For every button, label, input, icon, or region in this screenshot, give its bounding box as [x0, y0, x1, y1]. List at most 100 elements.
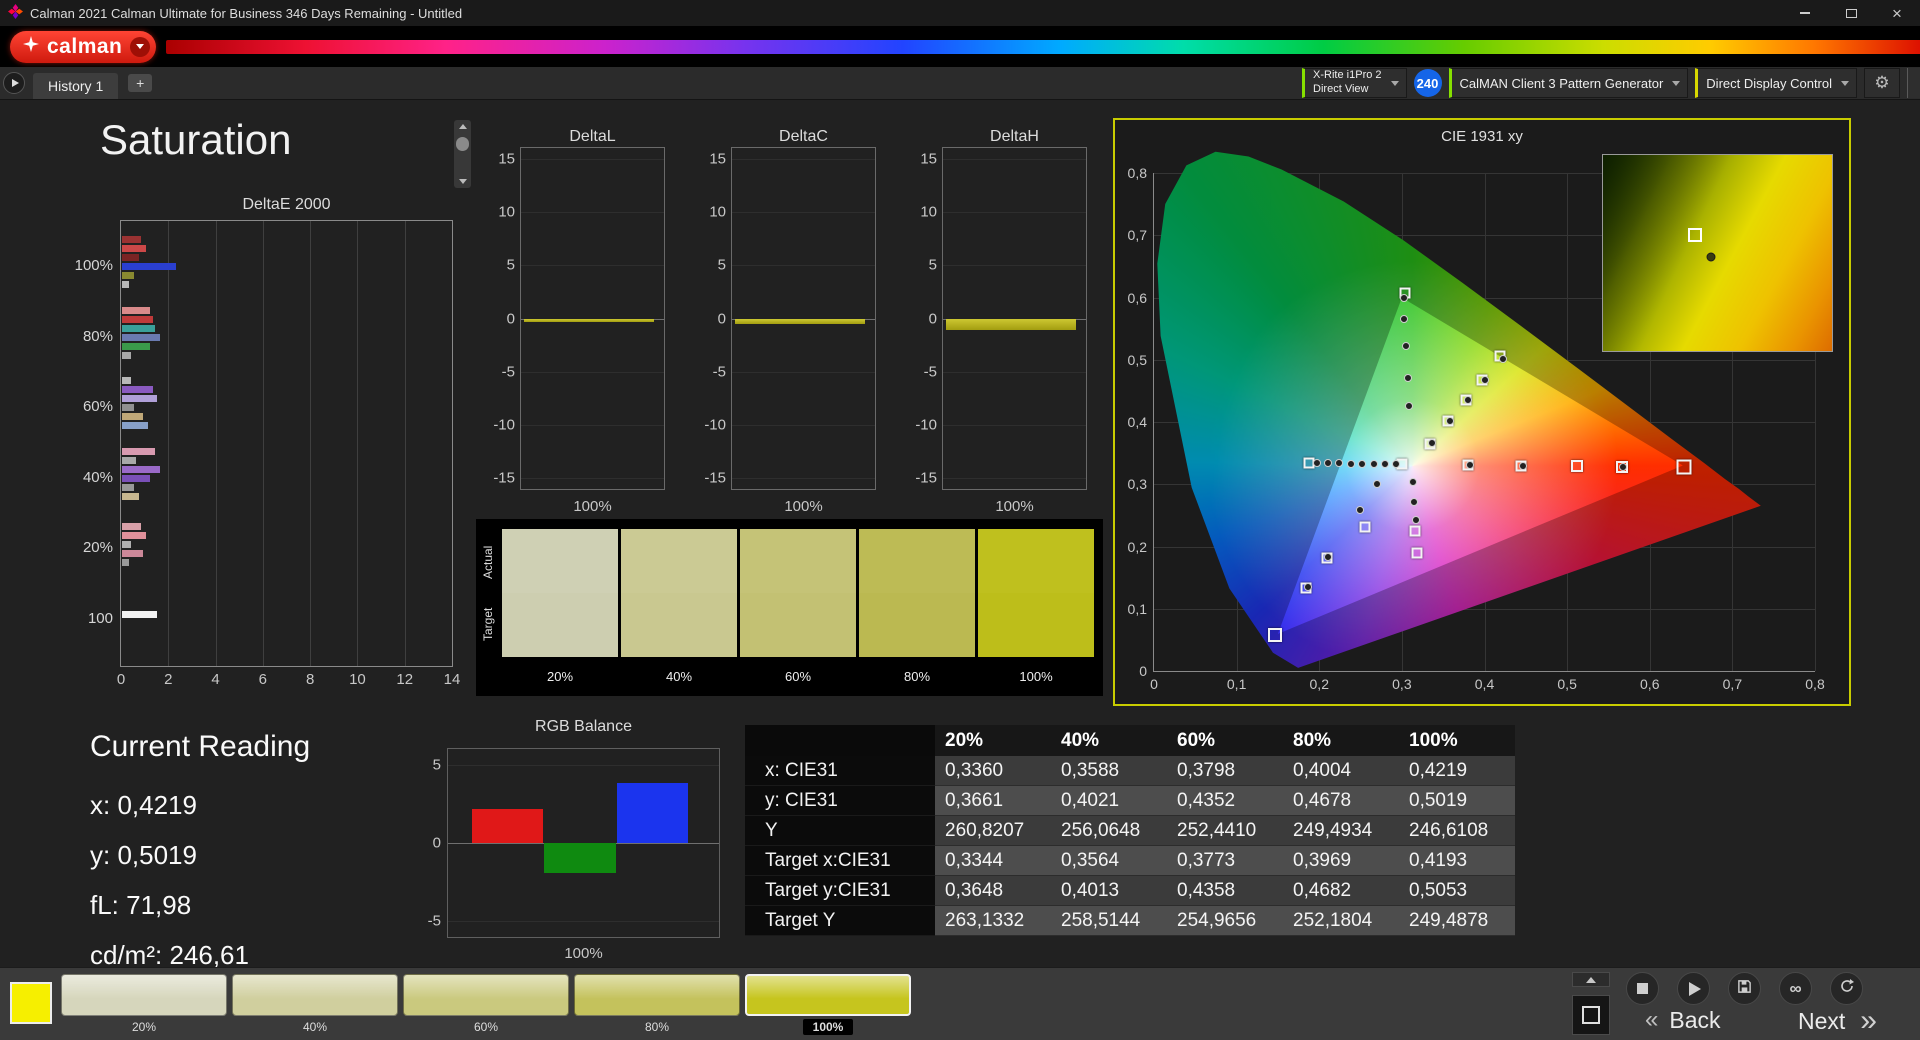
cie-measured-marker	[1358, 460, 1366, 468]
pattern-swatch-40%[interactable]: 40%	[232, 974, 398, 1036]
table-cell: 260,8207	[935, 816, 1051, 846]
cie-measured-marker	[1400, 294, 1408, 302]
mini-ytick: 10	[920, 203, 937, 220]
swatch-strip: Actual Target 20%40%60%80%100%	[476, 519, 1103, 696]
calman-logo-text: calman	[47, 35, 122, 59]
swatch-target	[502, 593, 618, 657]
scroll-down-button[interactable]	[454, 175, 471, 188]
deltae-bar	[122, 422, 148, 429]
history-nav-button[interactable]	[3, 72, 25, 94]
cie-xtick: 0,3	[1392, 676, 1411, 692]
loop-button[interactable]	[1830, 972, 1863, 1005]
deltae-gridline	[216, 221, 217, 666]
play-button[interactable]	[1677, 972, 1710, 1005]
cie-xtick: 0,8	[1805, 676, 1824, 692]
swatch-label: 80%	[859, 669, 975, 684]
calman-menu-button[interactable]: calman	[10, 31, 156, 63]
minimize-button[interactable]	[1782, 0, 1828, 26]
mini-gridline	[521, 478, 664, 479]
continuous-button[interactable]	[1779, 972, 1812, 1005]
mini-ytick: -5	[502, 363, 515, 380]
cie-ytick: 0,3	[1128, 476, 1147, 492]
deltae-gridline	[168, 221, 169, 666]
rgb-bar-red	[472, 809, 543, 843]
chevron-down-icon	[1391, 81, 1399, 86]
cie-measured-marker	[1304, 583, 1312, 591]
next-button[interactable]: Next	[1798, 1006, 1877, 1036]
deltae-xtick: 10	[349, 671, 366, 688]
table-cell: 0,4021	[1051, 786, 1167, 816]
table-header-cell: 20%	[935, 725, 1051, 756]
pattern-swatch-20%[interactable]: 20%	[61, 974, 227, 1036]
save-button[interactable]	[1728, 972, 1761, 1005]
deltae-title: DeltaE 2000	[120, 196, 453, 214]
mini-gridline	[943, 372, 1086, 373]
deltae-bar	[122, 263, 176, 270]
scroll-track[interactable]	[454, 133, 471, 175]
mini-ytick: 0	[929, 310, 937, 327]
back-button[interactable]: Back	[1645, 1006, 1721, 1034]
meter-dropdown[interactable]: X-Rite i1Pro 2Direct View	[1302, 68, 1406, 98]
add-tab-button[interactable]: +	[128, 74, 152, 92]
deltae-plot: 02468101214100%80%60%40%20%100	[120, 220, 453, 667]
cie-measured-marker	[1404, 374, 1412, 382]
cie-measured-marker	[1324, 459, 1332, 467]
cie-measured-marker	[1428, 439, 1436, 447]
deltae-gridline	[263, 221, 264, 666]
rgb-bar-green	[544, 843, 615, 873]
table-cell: 256,0648	[1051, 816, 1167, 846]
table-cell: 249,4934	[1283, 816, 1399, 846]
source-dropdown[interactable]: CalMAN Client 3 Pattern Generator	[1449, 68, 1689, 98]
deltae-xtick: 2	[164, 671, 172, 688]
deltae-bar	[122, 386, 153, 393]
cie-measured-marker	[1313, 459, 1321, 467]
cie-xtick: 0,7	[1723, 676, 1742, 692]
cie-measured-marker	[1392, 460, 1400, 468]
swatch-color	[745, 974, 911, 1016]
deltal-plot: 151050-5-10-15	[520, 147, 665, 490]
cie-measured-marker	[1409, 478, 1417, 486]
pattern-window-button[interactable]	[1572, 995, 1610, 1035]
tab-history-1[interactable]: History 1	[33, 73, 118, 99]
mini-ytick: 5	[929, 257, 937, 274]
swatch-target	[621, 593, 737, 657]
deltae-group-label: 100%	[75, 257, 113, 275]
window-controls	[1782, 0, 1920, 26]
swatch-column: 80%	[859, 529, 975, 657]
maximize-button[interactable]	[1828, 0, 1874, 26]
partial-button[interactable]	[1907, 68, 1920, 98]
chevron-right-icon	[1860, 1006, 1877, 1036]
pattern-swatch-60%[interactable]: 60%	[403, 974, 569, 1036]
deltah-plot: 151050-5-10-15	[942, 147, 1087, 490]
scroll-thumb[interactable]	[456, 137, 469, 151]
swatch-column: 100%	[978, 529, 1094, 657]
stop-button[interactable]	[1626, 972, 1659, 1005]
swatch-target	[859, 593, 975, 657]
bottom-bar: 20% 40% 60%80%100% Back Next	[0, 967, 1920, 1040]
swatch-button-label: 40%	[232, 1020, 398, 1034]
scroll-up-button[interactable]	[454, 120, 471, 133]
mini-ytick: 10	[709, 203, 726, 220]
mini-gridline	[732, 159, 875, 160]
brand-bar: calman	[0, 26, 1920, 67]
mini-gridline	[521, 425, 664, 426]
deltae-xtick: 6	[259, 671, 267, 688]
pattern-swatch-80%[interactable]: 80%	[574, 974, 740, 1036]
deltae-xtick: 8	[306, 671, 314, 688]
minimize-icon	[1800, 12, 1810, 14]
target-level-badge[interactable]: 240	[1414, 69, 1442, 97]
display-control-dropdown[interactable]: Direct Display Control	[1695, 68, 1857, 98]
table-header-cell: 40%	[1051, 725, 1167, 756]
scrollbar[interactable]	[454, 120, 471, 188]
close-button[interactable]	[1874, 0, 1920, 26]
mini-ytick: 5	[718, 257, 726, 274]
mini-ytick: 0	[507, 310, 515, 327]
swatch-actual	[740, 529, 856, 593]
pattern-swatch-100%[interactable]: 100%	[745, 974, 911, 1036]
mini-gridline	[732, 425, 875, 426]
cie-xtick: 0,6	[1640, 676, 1659, 692]
settings-button[interactable]	[1864, 68, 1900, 98]
reading-fl: fL: 71,98	[90, 880, 310, 930]
arrow-up-icon	[459, 124, 467, 129]
collapse-button[interactable]	[1572, 972, 1610, 987]
